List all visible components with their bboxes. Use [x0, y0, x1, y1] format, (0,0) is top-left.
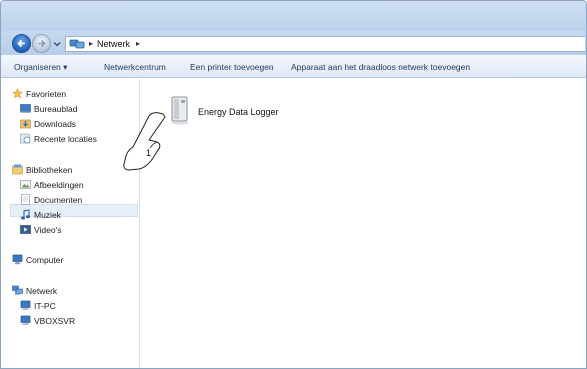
address-separator[interactable]: ▸ [136, 39, 140, 48]
history-dropdown-icon[interactable] [53, 40, 61, 48]
downloads-folder-icon [20, 119, 31, 129]
computer-icon [20, 315, 31, 325]
recent-places-icon [20, 133, 31, 144]
sidebar-item-label: Muziek [34, 210, 61, 220]
sidebar-item-label: IT-PC [34, 301, 56, 311]
address-box[interactable]: ▸ Netwerk ▸ [65, 36, 585, 52]
sidebar-item-label: Video's [34, 225, 62, 235]
network-icon [69, 39, 85, 49]
star-icon [12, 88, 23, 99]
sidebar-item-label: Computer [26, 255, 64, 265]
sidebar-item-label: Downloads [34, 119, 77, 129]
computer-icon [20, 300, 31, 310]
music-icon [21, 209, 30, 220]
organize-button[interactable]: Organiseren ▾ [14, 62, 67, 73]
callout-number: 1 [146, 148, 152, 158]
sidebar-item-label: VBOXSVR [34, 316, 76, 326]
sidebar-item-label: Bureaublad [34, 104, 78, 114]
add-wireless-device-button[interactable]: Apparaat aan het draadloos netwerk toevo… [291, 62, 470, 72]
computer-icon [12, 254, 23, 265]
pictures-icon [20, 180, 31, 189]
videos-icon [20, 225, 31, 234]
sidebar-item-label: Netwerk [26, 286, 58, 296]
documents-icon [21, 194, 30, 205]
arrow-left-icon [17, 40, 25, 47]
network-icon [12, 285, 23, 295]
network-center-button[interactable]: Netwerkcentrum [104, 62, 166, 72]
forward-button[interactable] [32, 34, 51, 53]
sidebar-item-label: Afbeeldingen [34, 180, 84, 190]
back-button[interactable] [12, 34, 31, 53]
sidebar-header-label: Bibliotheken [26, 165, 73, 175]
command-bar: Organiseren ▾ Netwerkcentrum Een printer… [1, 55, 586, 78]
energy-data-logger-label[interactable]: Energy Data Logger [198, 107, 279, 117]
pointing-hand-icon [123, 112, 166, 171]
content-pane [141, 79, 586, 368]
address-separator[interactable]: ▸ [89, 39, 93, 48]
breadcrumb-network[interactable]: Netwerk [97, 39, 130, 49]
explorer-window: ▸ Netwerk ▸ Organiseren ▾ Netwerkcentrum… [0, 0, 587, 369]
sidebar-header-label: Favorieten [26, 89, 67, 99]
sidebar-item-label: Recente locaties [34, 134, 97, 144]
arrow-right-icon [38, 40, 46, 47]
libraries-icon [12, 164, 23, 175]
title-bar[interactable] [1, 1, 586, 31]
sidebar-item-label: Documenten [34, 195, 83, 205]
add-printer-button[interactable]: Een printer toevoegen [190, 62, 274, 72]
desktop-icon [20, 104, 31, 113]
